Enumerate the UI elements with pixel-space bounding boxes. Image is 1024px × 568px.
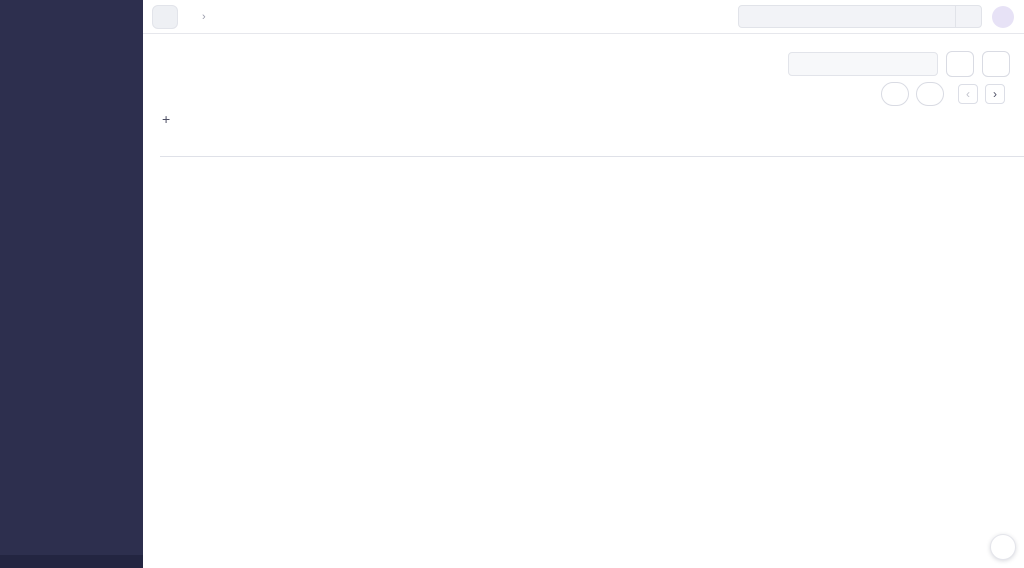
filter-right: ‹ › [881, 82, 1012, 106]
active-filters-row: + [160, 110, 1024, 127]
new-button[interactable] [946, 51, 974, 77]
help-button[interactable] [990, 534, 1016, 560]
filter-row: ‹ › [160, 82, 1024, 105]
table-header [160, 139, 1024, 157]
main-area: › [143, 0, 1024, 568]
next-page-button[interactable]: › [985, 84, 1005, 104]
user-avatar[interactable] [992, 6, 1014, 28]
context-search-input[interactable] [801, 58, 930, 70]
hamburger-menu-button[interactable] [152, 5, 178, 29]
sidebar-bottom-strip [0, 555, 143, 568]
chevron-right-icon: › [202, 11, 206, 23]
header-actions [788, 51, 1010, 77]
app-root: › [0, 0, 1024, 568]
more-actions-button[interactable] [982, 51, 1010, 77]
global-search [738, 5, 982, 28]
topbar-right [738, 5, 1014, 28]
add-filter-button[interactable]: + [160, 111, 172, 127]
sidebar [0, 0, 143, 568]
global-search-input[interactable] [739, 11, 955, 23]
context-search [788, 52, 938, 76]
breadcrumb: › [192, 11, 216, 23]
page-header [160, 50, 1024, 78]
search-icon[interactable] [955, 6, 981, 27]
prev-page-button[interactable]: ‹ [958, 84, 978, 104]
divalto-logo [0, 0, 143, 20]
save-view-button[interactable] [881, 82, 909, 106]
reset-button[interactable] [916, 82, 944, 106]
topbar: › [143, 0, 1024, 34]
content: ‹ › + [143, 34, 1024, 157]
